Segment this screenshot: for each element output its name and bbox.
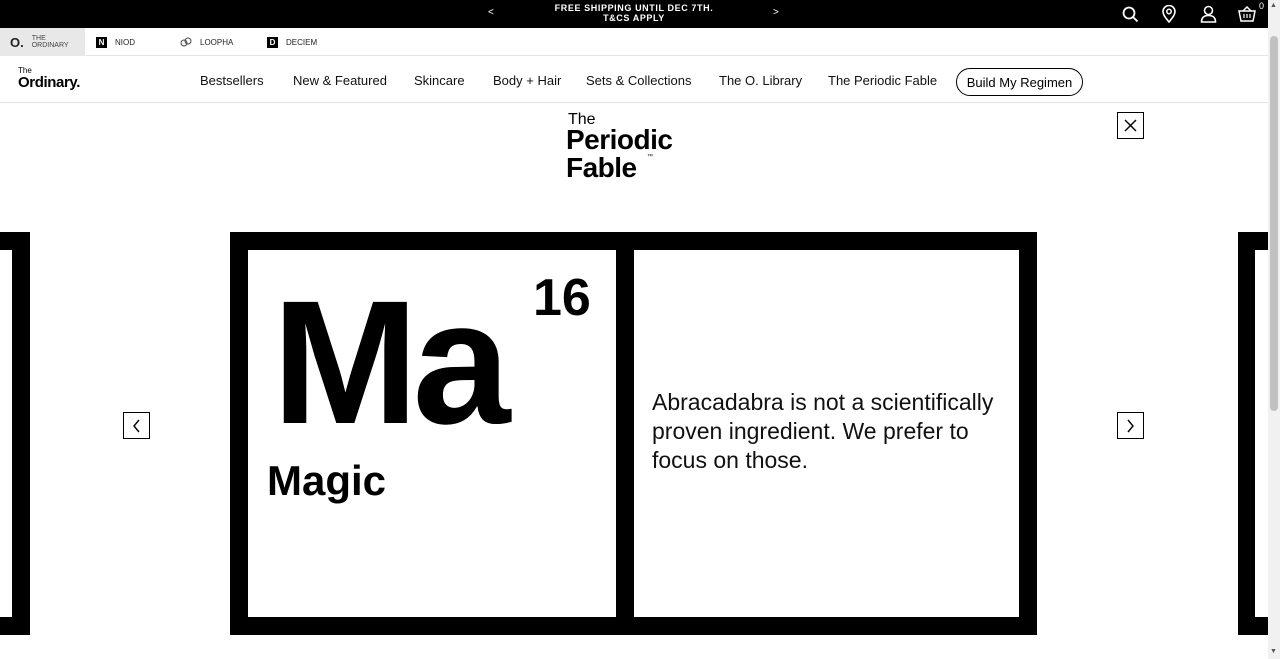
brand-label-line-1: THE [31, 35, 46, 42]
close-button[interactable] [1117, 112, 1144, 139]
brand-niod[interactable]: N NIOD [96, 28, 135, 56]
nav-item-new-featured[interactable]: New & Featured [293, 73, 387, 88]
promo-line-1: FREE SHIPPING UNTIL DEC 7TH. [554, 3, 714, 13]
nav-item-the-o-library[interactable]: The O. Library [719, 73, 802, 88]
element-number: 16 [533, 269, 591, 327]
element-description: Abracadabra is not a scientifically prov… [652, 389, 994, 473]
brand-label: DECIEM [286, 37, 318, 47]
cart-count: 0 [1258, 1, 1264, 11]
element-symbol: Ma [272, 265, 510, 461]
user-icon[interactable] [1197, 3, 1219, 25]
close-icon [1124, 119, 1137, 132]
brand-label-line-2: ORDINARY [31, 42, 69, 49]
nav-item-periodic-fable[interactable]: The Periodic Fable [828, 73, 937, 88]
scroll-down-icon[interactable]: ▼ [1270, 648, 1277, 655]
chevron-right-icon [1127, 419, 1134, 432]
nav-item-body-hair[interactable]: Body + Hair [493, 73, 561, 88]
pf-logo-tm: ™ [647, 154, 653, 160]
brand-label: NIOD [115, 37, 135, 47]
carousel-next-button[interactable] [1117, 412, 1144, 439]
promo-bar: < FREE SHIPPING UNTIL DEC 7TH. T&CS APPL… [0, 0, 1268, 28]
basket-icon[interactable]: 0 [1236, 1, 1264, 25]
element-card: Ma 16 Magic Abracadabra is not a scienti… [230, 232, 1037, 635]
main-nav: The Ordinary. Bestsellers New & Featured… [0, 56, 1268, 103]
brand-the-ordinary[interactable]: O. THE ORDINARY [0, 28, 85, 56]
periodic-fable-logo: The Periodic Fable ™ [566, 112, 696, 184]
promo-line-2: T&CS APPLY [603, 13, 665, 23]
nav-item-sets-collections[interactable]: Sets & Collections [586, 73, 692, 88]
logo-big: Ordinary. [18, 74, 80, 91]
page: < FREE SHIPPING UNTIL DEC 7TH. T&CS APPL… [0, 0, 1280, 659]
pf-logo-line-1: Periodic [566, 124, 673, 155]
build-my-regimen-button[interactable]: Build My Regimen [956, 68, 1083, 96]
previous-element-card-peek [0, 232, 30, 635]
carousel-prev-button[interactable] [123, 412, 150, 439]
scrollbar-thumb[interactable] [1270, 36, 1278, 411]
the-ordinary-mark: O. [10, 34, 24, 50]
page-scrollbar[interactable]: ▲ ▼ [1268, 0, 1280, 659]
element-description-tile: Abracadabra is not a scientifically prov… [634, 250, 1019, 617]
promo-next-arrow[interactable]: > [773, 7, 779, 18]
brand-label: LOOPHA [200, 37, 234, 47]
brand-loopha[interactable]: LOOPHA [180, 28, 233, 56]
loopha-icon [180, 37, 192, 47]
promo-prev-arrow[interactable]: < [488, 7, 494, 18]
promo-message[interactable]: FREE SHIPPING UNTIL DEC 7TH. T&CS APPLY [540, 3, 728, 23]
element-tile: Ma 16 Magic [248, 250, 616, 617]
pf-logo-line-2: Fable [566, 152, 637, 183]
the-ordinary-logo[interactable]: The Ordinary. [18, 67, 80, 91]
nav-item-skincare[interactable]: Skincare [414, 73, 465, 88]
location-pin-icon[interactable] [1158, 3, 1180, 25]
nav-item-bestsellers[interactable]: Bestsellers [200, 73, 264, 88]
niod-mark-icon: N [96, 36, 107, 48]
chevron-left-icon [133, 419, 140, 432]
deciem-mark-icon: D [267, 36, 278, 48]
next-element-card-peek [1238, 232, 1268, 635]
brand-deciem[interactable]: D DECIEM [267, 28, 317, 56]
header-icons: 0 [1102, 1, 1264, 25]
element-name: Magic [267, 457, 387, 504]
brand-label: THE ORDINARY [32, 35, 69, 49]
brand-switcher: O. THE ORDINARY N NIOD LOOPHA D DECIEM [0, 28, 1268, 56]
search-icon[interactable] [1119, 3, 1141, 25]
scroll-up-icon[interactable]: ▲ [1270, 2, 1277, 9]
